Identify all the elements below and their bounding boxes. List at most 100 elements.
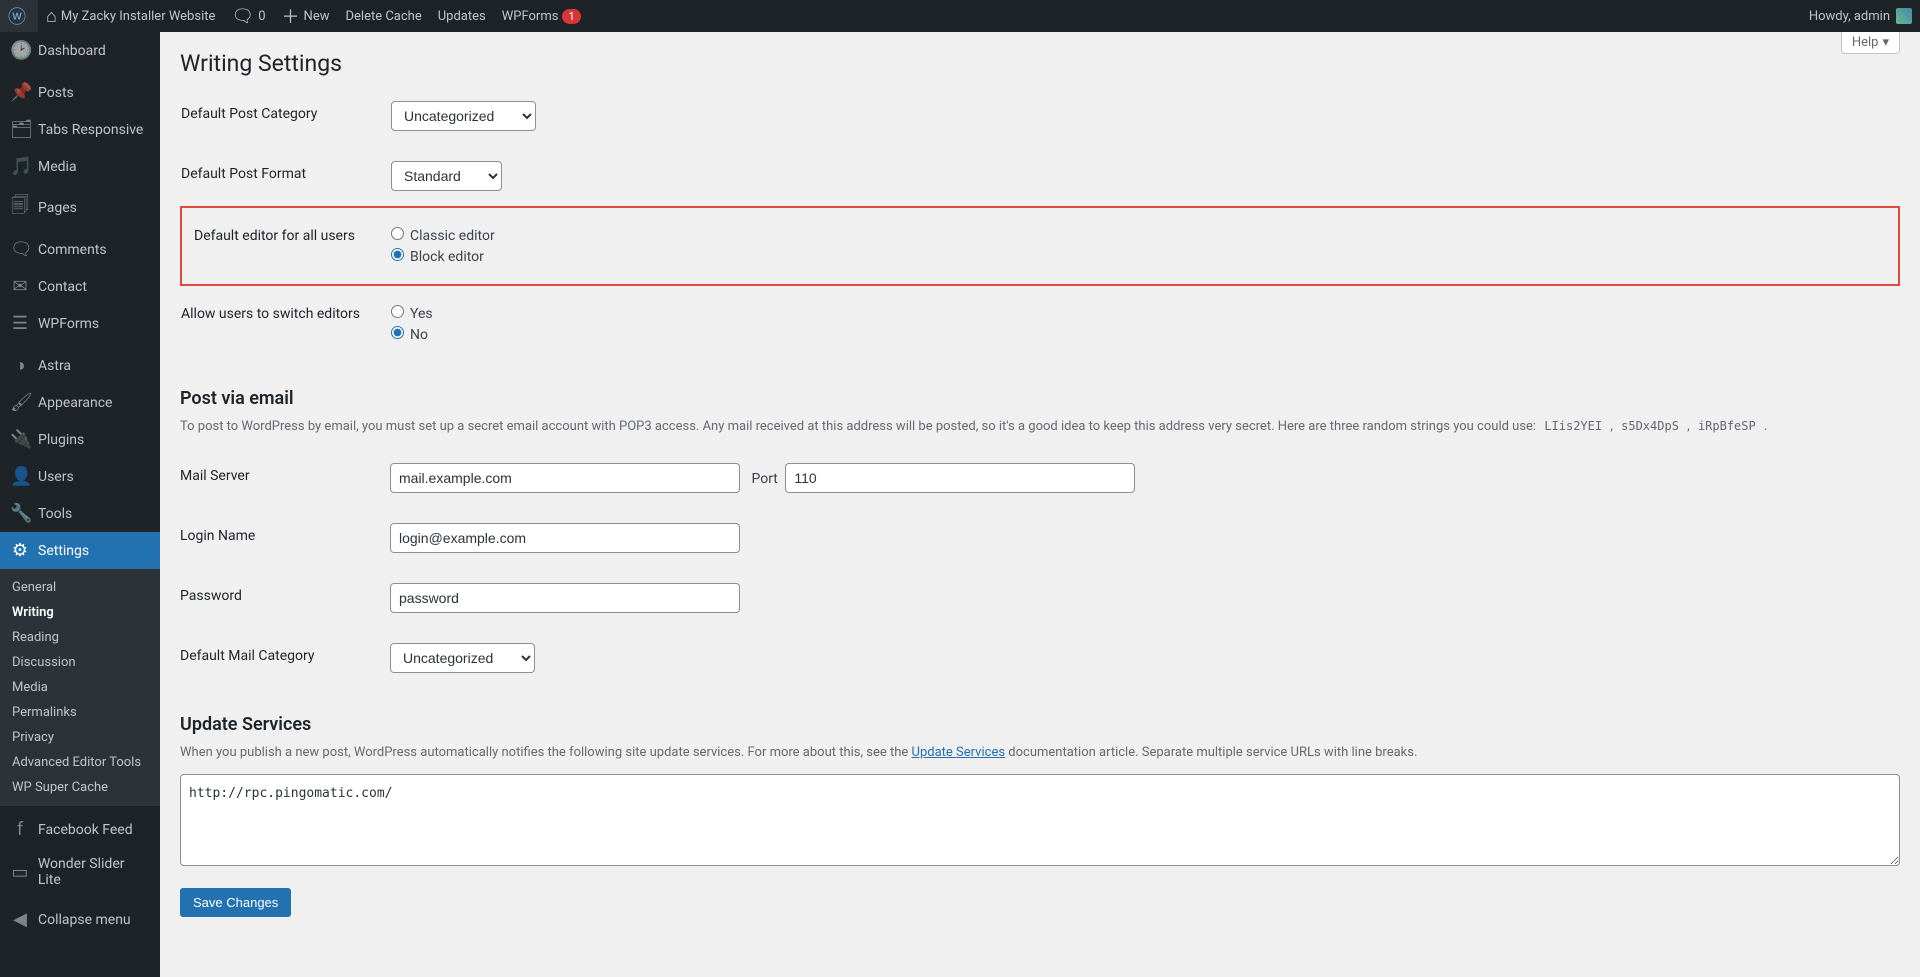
posts-icon: 📌 bbox=[10, 82, 30, 103]
default-post-category-select[interactable]: Uncategorized bbox=[391, 101, 536, 131]
menu-plugins[interactable]: 🔌Plugins bbox=[0, 421, 160, 458]
port-label: Port bbox=[751, 471, 777, 487]
wpforms-icon: ☰ bbox=[10, 313, 30, 334]
submenu-media[interactable]: Media bbox=[0, 675, 160, 700]
block-editor-radio[interactable] bbox=[391, 248, 404, 261]
login-name-input[interactable] bbox=[390, 523, 740, 553]
menu-appearance[interactable]: 🖌Appearance bbox=[0, 384, 160, 421]
default-mail-category-label: Default Mail Category bbox=[180, 628, 380, 688]
media-icon: 🎵 bbox=[10, 156, 30, 177]
appearance-icon: 🖌 bbox=[10, 392, 30, 413]
wpforms-link[interactable]: WPForms1 bbox=[494, 0, 589, 32]
default-mail-category-select[interactable]: Uncategorized bbox=[390, 643, 535, 673]
update-services-heading: Update Services bbox=[180, 714, 1900, 735]
mail-server-input[interactable] bbox=[390, 463, 740, 493]
update-services-link[interactable]: Update Services bbox=[912, 745, 1006, 760]
post-via-email-heading: Post via email bbox=[180, 388, 1900, 409]
menu-pages[interactable]: 🗐Pages bbox=[0, 185, 160, 231]
menu-astra[interactable]: ◑Astra bbox=[0, 347, 160, 384]
menu-comments[interactable]: 🗨Comments bbox=[0, 231, 160, 268]
mail-settings-table: Mail Server Port Login Name Password Def… bbox=[180, 448, 1900, 688]
submenu-writing[interactable]: Writing bbox=[0, 600, 160, 625]
wpforms-badge: 1 bbox=[562, 9, 580, 24]
delete-cache-link[interactable]: Delete Cache bbox=[337, 0, 429, 32]
block-editor-radio-label[interactable]: Block editor bbox=[391, 248, 1888, 265]
submenu-reading[interactable]: Reading bbox=[0, 625, 160, 650]
default-post-format-select[interactable]: Standard bbox=[391, 161, 502, 191]
comments-count: 0 bbox=[258, 9, 265, 24]
comments-link[interactable]: 🗨0 bbox=[223, 0, 273, 32]
random-string-1: LIis2YEI bbox=[1539, 417, 1607, 435]
submenu-discussion[interactable]: Discussion bbox=[0, 650, 160, 675]
admin-menu: 🕑Dashboard 📌Posts 🗂Tabs Responsive 🎵Medi… bbox=[0, 32, 160, 977]
default-post-category-label: Default Post Category bbox=[181, 86, 381, 146]
dashboard-icon: 🕑 bbox=[10, 40, 30, 61]
wordpress-icon: ⓦ bbox=[8, 3, 26, 29]
contact-icon: ✉ bbox=[10, 276, 30, 297]
menu-media[interactable]: 🎵Media bbox=[0, 148, 160, 185]
menu-tabs-responsive[interactable]: 🗂Tabs Responsive bbox=[0, 111, 160, 148]
settings-submenu: General Writing Reading Discussion Media… bbox=[0, 569, 160, 806]
menu-contact[interactable]: ✉Contact bbox=[0, 268, 160, 305]
account-link[interactable]: Howdy, admin bbox=[1801, 0, 1920, 32]
login-name-label: Login Name bbox=[180, 508, 380, 568]
submenu-advanced-editor-tools[interactable]: Advanced Editor Tools bbox=[0, 750, 160, 775]
writing-settings-table: Default Post Category Uncategorized Defa… bbox=[180, 86, 1900, 362]
classic-editor-radio[interactable] bbox=[391, 227, 404, 240]
allow-switch-yes-radio[interactable] bbox=[391, 305, 404, 318]
wp-logo[interactable]: ⓦ bbox=[0, 0, 38, 32]
comment-icon: 🗨 bbox=[231, 6, 254, 27]
classic-editor-radio-label[interactable]: Classic editor bbox=[391, 227, 1888, 244]
menu-wpforms[interactable]: ☰WPForms bbox=[0, 305, 160, 342]
page-title: Writing Settings bbox=[180, 32, 1900, 86]
main-content-wrap: Help▾ Writing Settings Default Post Cate… bbox=[160, 32, 1920, 957]
random-string-2: s5Dx4DpS bbox=[1616, 417, 1684, 435]
chevron-down-icon: ▾ bbox=[1882, 35, 1889, 50]
comments-icon: 🗨 bbox=[10, 239, 30, 260]
new-content-link[interactable]: ＋New bbox=[274, 0, 338, 32]
allow-switch-yes-label[interactable]: Yes bbox=[391, 305, 1889, 322]
menu-settings[interactable]: ⚙Settings bbox=[0, 532, 160, 569]
updates-link[interactable]: Updates bbox=[430, 0, 494, 32]
menu-posts[interactable]: 📌Posts bbox=[0, 74, 160, 111]
mail-server-label: Mail Server bbox=[180, 448, 380, 508]
new-label: New bbox=[304, 9, 330, 24]
tabs-icon: 🗂 bbox=[10, 119, 30, 140]
avatar bbox=[1896, 8, 1912, 24]
site-name-link[interactable]: ⌂My Zacky Installer Website bbox=[38, 0, 223, 32]
random-string-3: iRpBfeSP bbox=[1693, 417, 1761, 435]
users-icon: 👤 bbox=[10, 466, 30, 487]
menu-wonder-slider[interactable]: ▭Wonder Slider Lite bbox=[0, 848, 160, 896]
plugins-icon: 🔌 bbox=[10, 429, 30, 450]
screen-meta: Help▾ bbox=[1841, 32, 1900, 54]
port-input[interactable] bbox=[785, 463, 1135, 493]
pages-icon: 🗐 bbox=[10, 193, 30, 223]
save-changes-button[interactable]: Save Changes bbox=[180, 888, 291, 917]
allow-switch-no-radio[interactable] bbox=[391, 326, 404, 339]
allow-switch-label: Allow users to switch editors bbox=[181, 285, 381, 362]
submenu-wp-super-cache[interactable]: WP Super Cache bbox=[0, 775, 160, 800]
menu-facebook-feed[interactable]: fFacebook Feed bbox=[0, 811, 160, 848]
allow-switch-no-label[interactable]: No bbox=[391, 326, 1889, 343]
tools-icon: 🔧 bbox=[10, 503, 30, 524]
admin-bar: ⓦ ⌂My Zacky Installer Website 🗨0 ＋New De… bbox=[0, 0, 1920, 32]
password-input[interactable] bbox=[390, 583, 740, 613]
submenu-permalinks[interactable]: Permalinks bbox=[0, 700, 160, 725]
menu-tools[interactable]: 🔧Tools bbox=[0, 495, 160, 532]
post-via-email-desc: To post to WordPress by email, you must … bbox=[180, 419, 1900, 434]
slider-icon: ▭ bbox=[10, 862, 30, 883]
submenu-general[interactable]: General bbox=[0, 575, 160, 600]
update-services-textarea[interactable] bbox=[180, 774, 1900, 866]
default-editor-label: Default editor for all users bbox=[181, 207, 381, 285]
astra-icon: ◑ bbox=[10, 355, 30, 376]
submenu-privacy[interactable]: Privacy bbox=[0, 725, 160, 750]
menu-dashboard[interactable]: 🕑Dashboard bbox=[0, 32, 160, 69]
home-icon: ⌂ bbox=[46, 6, 57, 27]
menu-users[interactable]: 👤Users bbox=[0, 458, 160, 495]
facebook-icon: f bbox=[10, 819, 30, 840]
update-services-desc: When you publish a new post, WordPress a… bbox=[180, 745, 1900, 760]
collapse-icon: ◀ bbox=[10, 909, 30, 930]
collapse-menu[interactable]: ◀Collapse menu bbox=[0, 901, 160, 938]
settings-icon: ⚙ bbox=[10, 540, 30, 561]
help-tab[interactable]: Help▾ bbox=[1841, 32, 1900, 54]
